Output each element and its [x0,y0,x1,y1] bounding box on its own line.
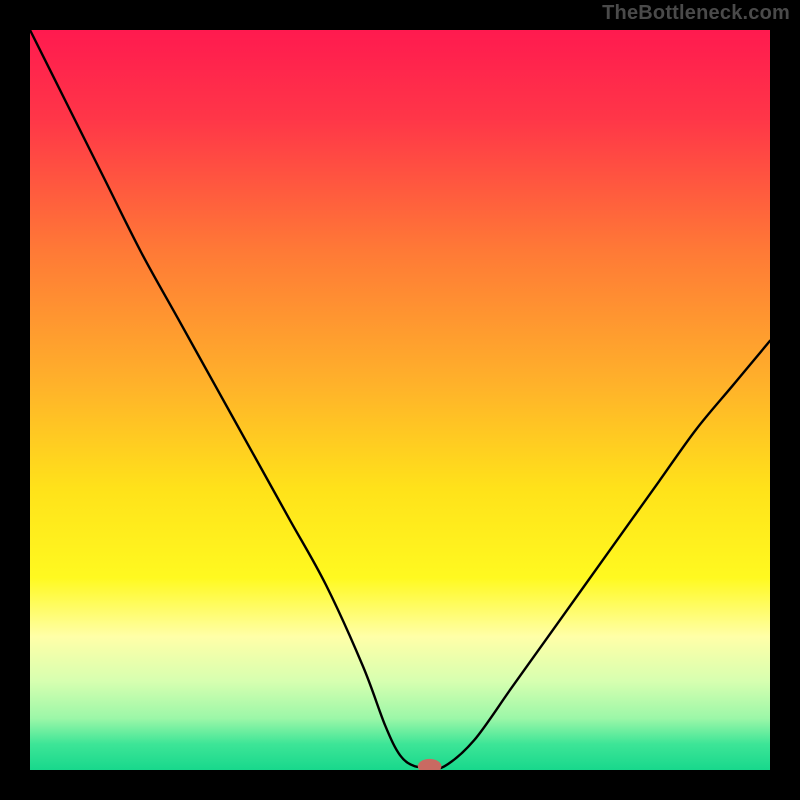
chart-frame: TheBottleneck.com [0,0,800,800]
watermark-text: TheBottleneck.com [602,2,790,25]
gradient-background [30,30,770,770]
chart-svg [30,30,770,770]
plot-area [30,30,770,770]
